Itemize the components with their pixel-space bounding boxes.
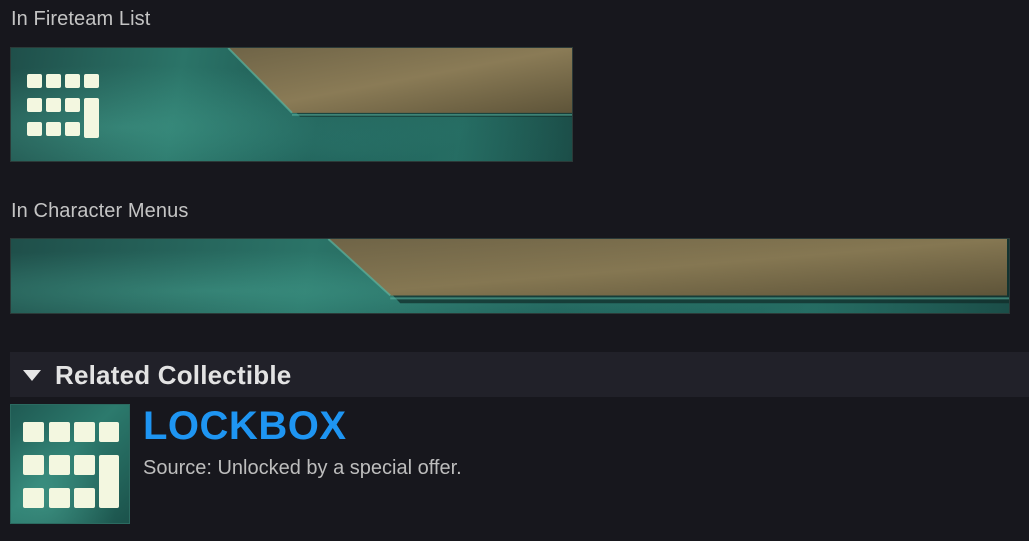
character-menu-banner [10,238,1010,314]
collectible-name-link[interactable]: LOCKBOX [143,404,347,449]
banner-gold-panel [327,239,1009,304]
lockbox-grid-icon [23,422,119,508]
fireteam-emblem-banner [10,47,573,162]
lockbox-grid-icon [27,74,103,138]
collectible-source: Source: Unlocked by a special offer. [143,457,462,479]
collectible-icon[interactable] [10,404,130,524]
section-title: Related Collectible [55,360,292,390]
related-collectible-header[interactable]: Related Collectible [10,352,1029,397]
character-menus-caption: In Character Menus [11,200,189,222]
caret-down-icon[interactable] [23,370,41,381]
fireteam-list-caption: In Fireteam List [11,8,151,30]
